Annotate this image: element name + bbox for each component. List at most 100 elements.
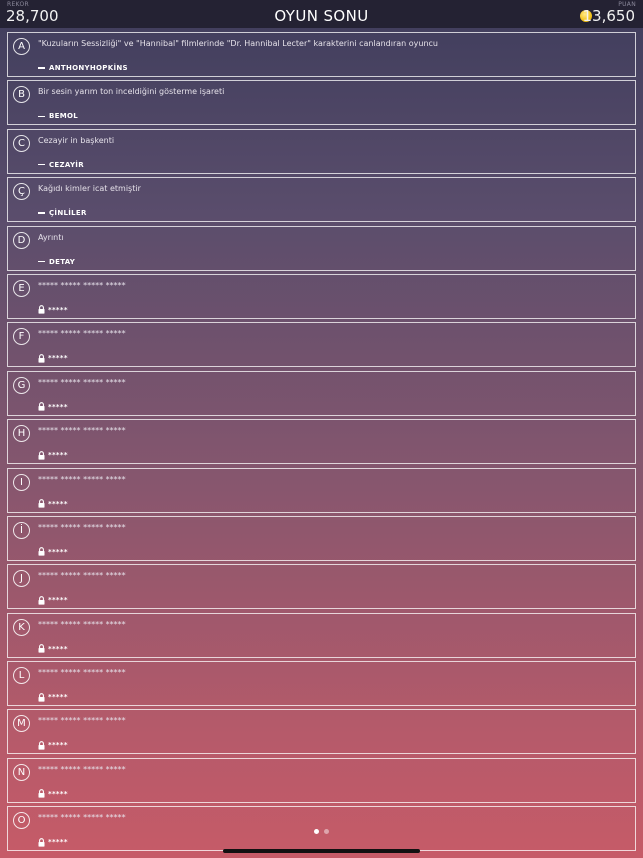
answer-row: ANTHONYHOPKİNS [38,63,128,73]
answer-row: ***** [38,595,68,605]
question-card[interactable]: A "Kuzuların Sessizliği" ve "Hannibal" fi… [7,32,636,77]
question-card[interactable]: H ***** ***** ***** ***** ***** [7,419,636,465]
answer-text: ***** [48,499,68,508]
question-card[interactable]: D Ayrıntı DETAY [7,225,636,271]
lock-icon [38,595,45,605]
answer-text: ***** [48,838,68,847]
question-card[interactable]: F ***** ***** ***** ***** ***** [7,322,636,368]
answer-row: ***** [38,837,68,847]
page-indicator [314,829,334,834]
question-text: ***** ***** ***** ***** [38,377,126,387]
lock-icon [38,402,45,411]
answer-row: CEZAYİR [38,160,84,170]
page-dot[interactable] [324,829,329,834]
letter-badge: İ [13,521,30,539]
letter-badge: A [13,38,30,55]
page-dot[interactable] [314,829,319,834]
top-bar: REKOR 28,700 OYUN SONU PUAN 13,650 [0,0,643,28]
question-text: ***** ***** ***** ***** [38,716,126,726]
dash-icon [38,212,45,214]
answer-row: ***** [38,547,68,557]
answer-row: ÇİNLİLER [38,208,87,218]
question-text: ***** ***** ***** ***** [38,329,126,339]
dash-icon [38,67,45,69]
answer-text: ***** [48,305,68,314]
letter-badge: E [13,279,30,297]
question-card[interactable]: E ***** ***** ***** ***** ***** [7,273,636,319]
answer-text: ***** [48,789,68,798]
question-card[interactable]: L ***** ***** ***** ***** ***** [7,661,636,707]
letter-badge: M [13,715,30,733]
lock-icon [38,644,45,653]
answer-text: ***** [48,644,68,653]
answer-row: ***** [38,402,68,412]
question-text: Cezayir in başkenti [38,135,115,145]
question-card[interactable]: B Bir sesin yarım ton inceldiğini gösterm… [7,80,636,126]
answer-text: ***** [48,693,68,702]
answer-text: ***** [48,741,68,750]
dash-icon [38,115,45,118]
lock-icon [38,305,45,315]
question-card[interactable]: K ***** ***** ***** ***** ***** [7,612,636,658]
answer-row: ***** [38,692,68,702]
lock-icon [38,692,45,702]
answer-row: ***** [38,644,68,654]
question-text: Bir sesin yarım ton inceldiğini gösterme… [38,87,225,97]
letter-badge: N [13,763,30,781]
answer-row: ***** [38,353,68,363]
lock-icon [38,499,45,508]
question-text: Ayrıntı [38,232,64,242]
question-text: ***** ***** ***** ***** [38,280,126,290]
question-card[interactable]: J ***** ***** ***** ***** ***** [7,564,636,610]
question-card[interactable]: I ***** ***** ***** ***** ***** [7,467,636,513]
answer-text: CEZAYİR [49,160,84,169]
letter-badge: J [13,570,30,588]
answer-text: ***** [48,354,68,363]
answer-text: ANTHONYHOPKİNS [49,64,128,72]
answer-row: ***** [38,450,68,460]
dash-icon [38,260,45,263]
page-title: OYUN SONU [274,7,369,25]
question-text: ***** ***** ***** ***** [38,764,126,774]
answer-text: ***** [48,547,68,556]
question-text: "Kuzuların Sessizliği" ve "Hannibal" fil… [38,39,439,48]
letter-badge: K [13,618,30,636]
lock-icon [38,741,45,750]
answer-text: BEMOL [49,112,78,121]
question-card[interactable]: Ç Kağıdı kimler icat etmiştir ÇİNLİLER [7,177,636,223]
answer-text: ÇİNLİLER [49,209,87,218]
question-card[interactable]: N ***** ***** ***** ***** ***** [7,757,636,803]
letter-badge: H [13,425,30,443]
question-text: ***** ***** ***** ***** [38,813,126,823]
question-text: ***** ***** ***** ***** [38,474,126,484]
score-value: 13,650 [582,7,636,25]
answer-row: ***** [38,789,68,799]
answer-row: ***** [38,499,68,509]
question-card[interactable]: M ***** ***** ***** ***** ***** [7,709,636,755]
lock-icon [38,789,45,798]
letter-badge: D [13,231,30,249]
letter-badge: Ç [13,183,30,201]
answer-row: DETAY [38,257,75,267]
letter-badge: G [13,376,30,394]
lock-icon [38,837,45,847]
answer-row: BEMOL [38,111,78,121]
letter-badge: F [13,328,30,346]
question-text: ***** ***** ***** ***** [38,571,126,581]
answer-text: ***** [48,451,68,460]
lock-icon [38,547,45,557]
answer-row: ***** [38,305,68,315]
answer-row: ***** [38,740,68,750]
letter-badge: O [13,812,30,830]
letter-badge: L [13,667,30,685]
letter-badge: B [13,86,30,104]
lock-icon [38,450,45,460]
question-list: A "Kuzuların Sessizliği" ve "Hannibal" fi… [7,32,636,855]
question-text: ***** ***** ***** ***** [38,668,126,678]
answer-text: ***** [48,596,68,605]
lock-icon [38,354,45,363]
answer-text: DETAY [49,257,76,266]
question-card[interactable]: C Cezayir in başkenti CEZAYİR [7,128,636,174]
question-card[interactable]: G ***** ***** ***** ***** ***** [7,370,636,416]
question-card[interactable]: İ ***** ***** ***** ***** ***** [7,515,636,561]
